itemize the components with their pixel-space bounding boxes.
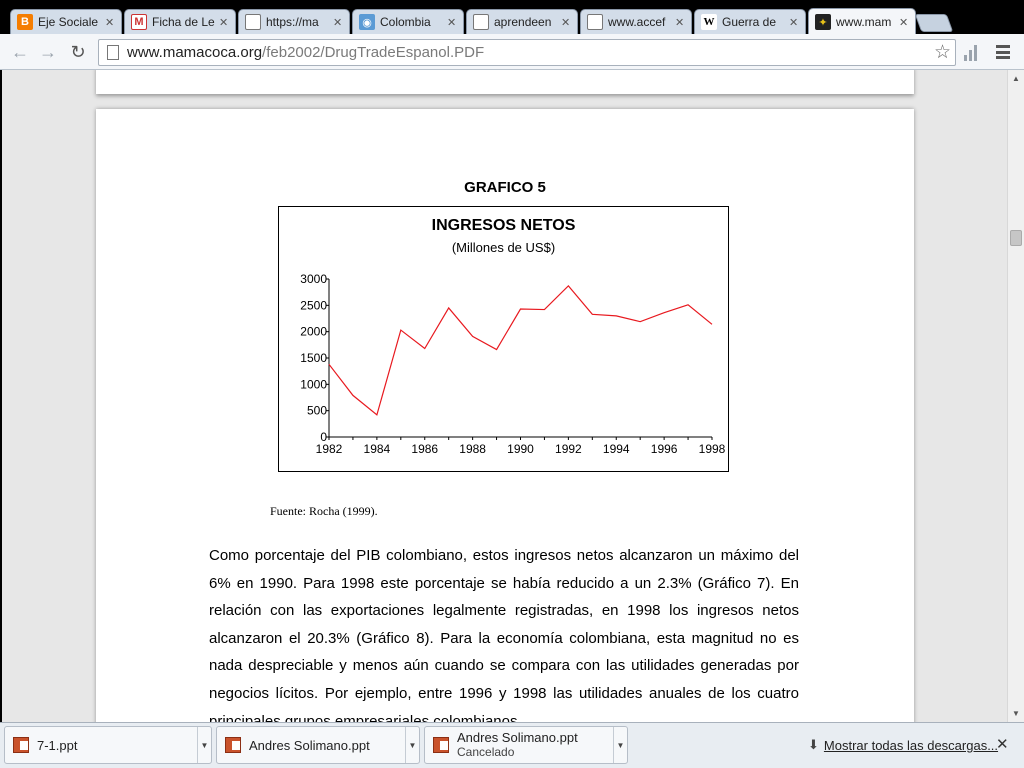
tab-title: Colombia — [380, 15, 431, 29]
tab-mamacoca-active[interactable]: ✦ www.mam ✕ — [808, 8, 916, 35]
x-tick-label: 1994 — [603, 442, 630, 456]
url-host: www.mamacoca.org — [127, 44, 263, 61]
page-icon — [473, 14, 489, 30]
close-icon[interactable]: ✕ — [561, 16, 571, 29]
gmail-icon: M — [131, 14, 147, 30]
y-tick-label: 500 — [307, 404, 327, 418]
close-icon[interactable]: ✕ — [447, 16, 457, 29]
menu-icon[interactable] — [996, 45, 1010, 59]
chart-plot: 0500100015002000250030001982 1984 1986 1988… — [300, 272, 726, 456]
tab-wikipedia[interactable]: W Guerra de ✕ — [694, 9, 806, 34]
y-tick-label: 1500 — [300, 351, 327, 365]
close-icon[interactable]: ✕ — [219, 16, 229, 29]
tab-title: Ficha de Le — [152, 15, 215, 29]
tab-title: www.accef — [608, 15, 666, 29]
tab-title: aprendeen — [494, 15, 552, 29]
page-icon — [107, 45, 119, 60]
close-icon[interactable]: ✕ — [996, 735, 1009, 753]
body-paragraph: Como porcentaje del PIB colombiano, esto… — [209, 547, 799, 722]
download-filename: Andres Solimano.ppt — [457, 730, 578, 745]
tab-title: www.mam — [836, 15, 892, 29]
address-bar[interactable]: www.mamacoca.org/feb2002/DrugTradeEspano… — [98, 39, 956, 66]
y-tick-label: 2500 — [300, 298, 327, 312]
close-icon[interactable]: ✕ — [675, 16, 685, 29]
powerpoint-file-icon — [225, 737, 241, 753]
new-tab-button[interactable] — [914, 14, 954, 32]
x-tick-label: 1988 — [459, 442, 486, 456]
x-tick-label: 1990 — [507, 442, 534, 456]
tab-gmail[interactable]: M Ficha de Le ✕ — [124, 9, 236, 34]
back-arrow-icon[interactable]: ← — [8, 40, 32, 64]
download-item[interactable]: 7-1.ppt ▼ — [4, 726, 212, 764]
scroll-up-arrow-icon[interactable]: ▲ — [1008, 70, 1024, 86]
figure-source: Fuente: Rocha (1999). — [270, 504, 378, 518]
show-all-downloads-label: Mostrar todas las descargas... — [823, 737, 999, 753]
pdf-page: GRAFICO 5 INGRESOS NETOS (Millones de US… — [96, 109, 914, 722]
download-status: Cancelado — [457, 745, 515, 759]
tab-title: https://ma — [266, 15, 319, 29]
chevron-down-icon[interactable]: ▼ — [197, 727, 211, 763]
tab-colombia[interactable]: ◉ Colombia ✕ — [352, 9, 464, 34]
page-icon — [587, 14, 603, 30]
reload-icon[interactable]: ↻ — [66, 40, 90, 64]
show-all-downloads-link[interactable]: ⬇ Mostrar todas las descargas... — [808, 737, 998, 753]
site-icon: ✦ — [815, 14, 831, 30]
close-icon[interactable]: ✕ — [899, 16, 909, 29]
browser-toolbar: ← → ↻ www.mamacoca.org/feb2002/DrugTrade… — [0, 34, 1024, 70]
y-tick-label: 2000 — [300, 325, 327, 339]
tab-blogger[interactable]: B Eje Sociale ✕ — [10, 9, 122, 34]
wikipedia-icon: W — [701, 14, 717, 30]
x-tick-label: 1996 — [651, 442, 678, 456]
download-bar: 7-1.ppt ▼ Andres Solimano.ppt ▼ Andres S… — [0, 722, 1024, 768]
download-item[interactable]: Andres Solimano.ppt Cancelado ▼ — [424, 726, 628, 764]
chart: INGRESOS NETOS (Millones de US$) 0 500 100… — [278, 206, 729, 472]
series-line — [328, 284, 713, 416]
tab-title: Eje Sociale — [38, 15, 99, 29]
pdf-viewer[interactable]: GRAFICO 5 INGRESOS NETOS (Millones de US… — [0, 70, 1007, 722]
figure-label: GRAFICO 5 — [464, 179, 546, 196]
bookmark-star-icon[interactable]: ☆ — [934, 41, 951, 64]
chevron-down-icon[interactable]: ▼ — [405, 727, 419, 763]
powerpoint-file-icon — [433, 737, 449, 753]
download-filename: Andres Solimano.ppt — [249, 737, 370, 753]
x-tick-label: 1998 — [699, 442, 726, 456]
scroll-down-arrow-icon[interactable]: ▼ — [1008, 705, 1024, 721]
x-tick-label: 1992 — [555, 442, 582, 456]
close-icon[interactable]: ✕ — [789, 16, 799, 29]
download-filename: 7-1.ppt — [37, 737, 78, 753]
url-path: /feb2002/DrugTradeEspanol.PDF — [262, 44, 485, 61]
blogger-icon: B — [17, 14, 33, 30]
x-tick-label: 1982 — [316, 442, 343, 456]
y-tick-label: 1000 — [300, 377, 327, 391]
scroll-thumb[interactable] — [1010, 230, 1022, 246]
download-arrow-icon: ⬇ — [808, 737, 819, 752]
globe-icon: ◉ — [359, 14, 375, 30]
tab-aprendeen[interactable]: aprendeen ✕ — [466, 9, 578, 34]
chevron-down-icon[interactable]: ▼ — [613, 727, 627, 763]
x-tick-label: 1986 — [411, 442, 438, 456]
close-icon[interactable]: ✕ — [333, 16, 343, 29]
download-item[interactable]: Andres Solimano.ppt ▼ — [216, 726, 420, 764]
y-tick-label: 3000 — [300, 272, 327, 286]
powerpoint-file-icon — [13, 737, 29, 753]
forward-arrow-icon[interactable]: → — [36, 40, 60, 64]
extension-bars-icon[interactable] — [964, 43, 980, 61]
tab-mamacoca-https[interactable]: https://ma ✕ — [238, 9, 350, 34]
close-icon[interactable]: ✕ — [105, 16, 115, 29]
tab-accef[interactable]: www.accef ✕ — [580, 9, 692, 34]
tab-strip: B Eje Sociale ✕ M Ficha de Le ✕ https://… — [0, 0, 1024, 35]
x-tick-label: 1984 — [364, 442, 391, 456]
tab-title: Guerra de — [722, 15, 777, 29]
vertical-scrollbar[interactable]: ▲ ▼ — [1007, 70, 1024, 722]
page-icon — [245, 14, 261, 30]
previous-page — [96, 70, 914, 94]
